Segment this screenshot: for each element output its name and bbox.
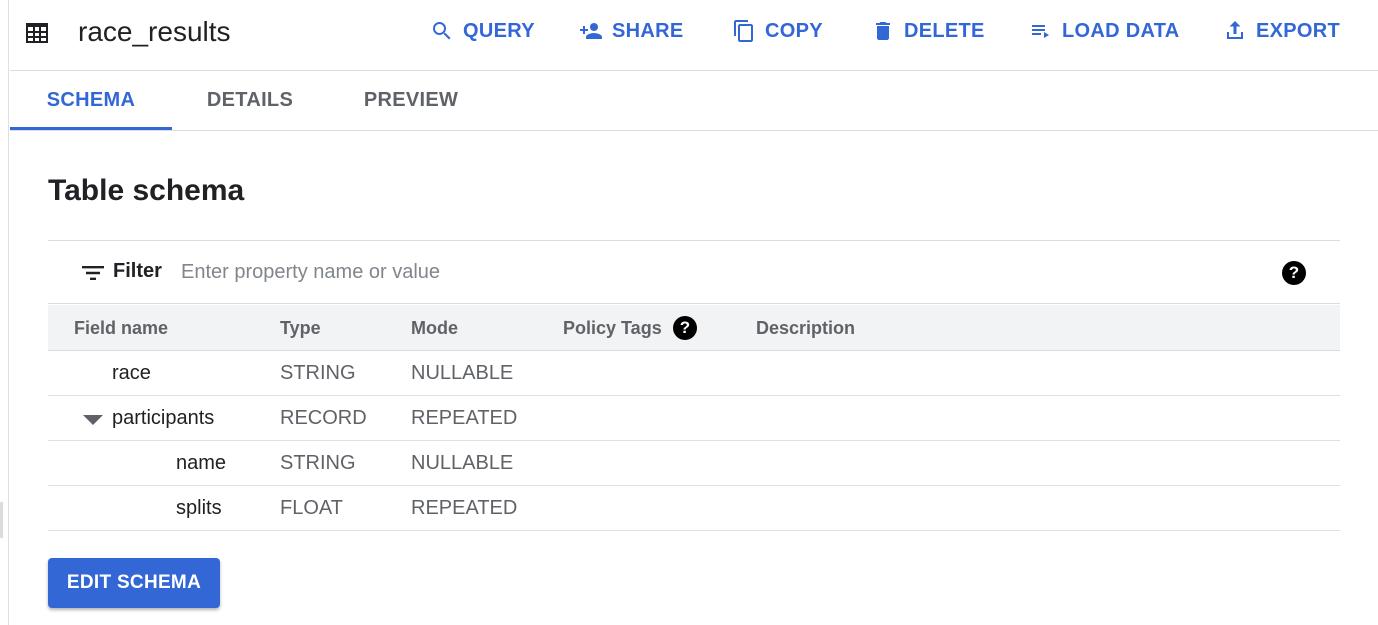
tab-details-label: DETAILS bbox=[206, 88, 294, 111]
field-name: race bbox=[112, 362, 151, 384]
copy-button[interactable]: COPY bbox=[732, 17, 823, 45]
table-row[interactable]: participants RECORD REPEATED bbox=[48, 396, 1340, 441]
tab-preview[interactable]: PREVIEW bbox=[340, 71, 482, 129]
field-name: splits bbox=[176, 497, 222, 519]
column-mode: Mode bbox=[411, 318, 458, 338]
table-row[interactable]: race STRING NULLABLE bbox=[48, 351, 1340, 396]
filter-label: Filter bbox=[113, 260, 162, 282]
copy-icon bbox=[734, 20, 753, 42]
field-type: STRING bbox=[280, 452, 356, 474]
tab-details[interactable]: DETAILS bbox=[180, 71, 320, 129]
left-panel-edge bbox=[0, 0, 9, 625]
expand-collapse-icon[interactable] bbox=[83, 415, 103, 425]
person-add-icon bbox=[580, 23, 602, 39]
field-mode: NULLABLE bbox=[411, 452, 514, 474]
upload-icon bbox=[1227, 21, 1243, 39]
query-label: QUERY bbox=[463, 19, 535, 42]
column-policy-tags: Policy Tags bbox=[563, 318, 662, 338]
section-title: Table schema bbox=[48, 174, 245, 207]
column-description: Description bbox=[756, 318, 856, 338]
field-mode: REPEATED bbox=[411, 407, 518, 429]
table-title: race_results bbox=[78, 16, 231, 47]
tab-bar: SCHEMA DETAILS PREVIEW bbox=[10, 71, 1378, 131]
field-type: RECORD bbox=[280, 407, 367, 429]
tab-schema-label: SCHEMA bbox=[46, 88, 136, 111]
share-button[interactable]: SHARE bbox=[579, 17, 684, 45]
field-mode: REPEATED bbox=[411, 497, 518, 519]
trash-icon bbox=[876, 22, 890, 40]
column-type: Type bbox=[280, 318, 321, 338]
filter-icon[interactable] bbox=[81, 261, 105, 285]
table-row[interactable]: splits FLOAT REPEATED bbox=[48, 486, 1340, 531]
search-icon bbox=[433, 22, 451, 40]
table-row[interactable]: name STRING NULLABLE bbox=[48, 441, 1340, 486]
export-button[interactable]: EXPORT bbox=[1223, 17, 1340, 45]
load-data-button[interactable]: LOAD DATA bbox=[1029, 17, 1180, 45]
field-type: FLOAT bbox=[280, 497, 343, 519]
table-header: race_results QUERY SHARE COPY DELETE LOA… bbox=[10, 0, 1378, 71]
field-name: participants bbox=[112, 407, 215, 429]
table-icon bbox=[26, 23, 48, 43]
load-data-label: LOAD DATA bbox=[1062, 19, 1180, 42]
panel-resize-handle[interactable] bbox=[0, 502, 3, 538]
edit-schema-button[interactable]: EDIT SCHEMA bbox=[48, 558, 220, 608]
schema-table-header: Field name Type Mode Policy Tags ? Descr… bbox=[48, 305, 1340, 351]
field-name: name bbox=[176, 452, 227, 474]
field-mode: NULLABLE bbox=[411, 362, 514, 384]
copy-label: COPY bbox=[765, 19, 823, 42]
tab-schema[interactable]: SCHEMA bbox=[10, 71, 172, 130]
export-label: EXPORT bbox=[1256, 19, 1341, 42]
share-label: SHARE bbox=[612, 19, 684, 42]
delete-button[interactable]: DELETE bbox=[871, 17, 985, 45]
filter-bar: Filter ? bbox=[48, 240, 1340, 304]
policy-tags-help-icon[interactable]: ? bbox=[673, 316, 697, 340]
playlist-add-icon bbox=[1032, 25, 1049, 38]
field-type: STRING bbox=[280, 362, 356, 384]
tab-preview-label: PREVIEW bbox=[363, 88, 459, 111]
query-button[interactable]: QUERY bbox=[430, 17, 535, 45]
delete-label: DELETE bbox=[904, 19, 985, 42]
column-field-name: Field name bbox=[74, 318, 169, 338]
filter-input[interactable] bbox=[181, 255, 1261, 289]
filter-help-icon[interactable]: ? bbox=[1282, 261, 1306, 285]
